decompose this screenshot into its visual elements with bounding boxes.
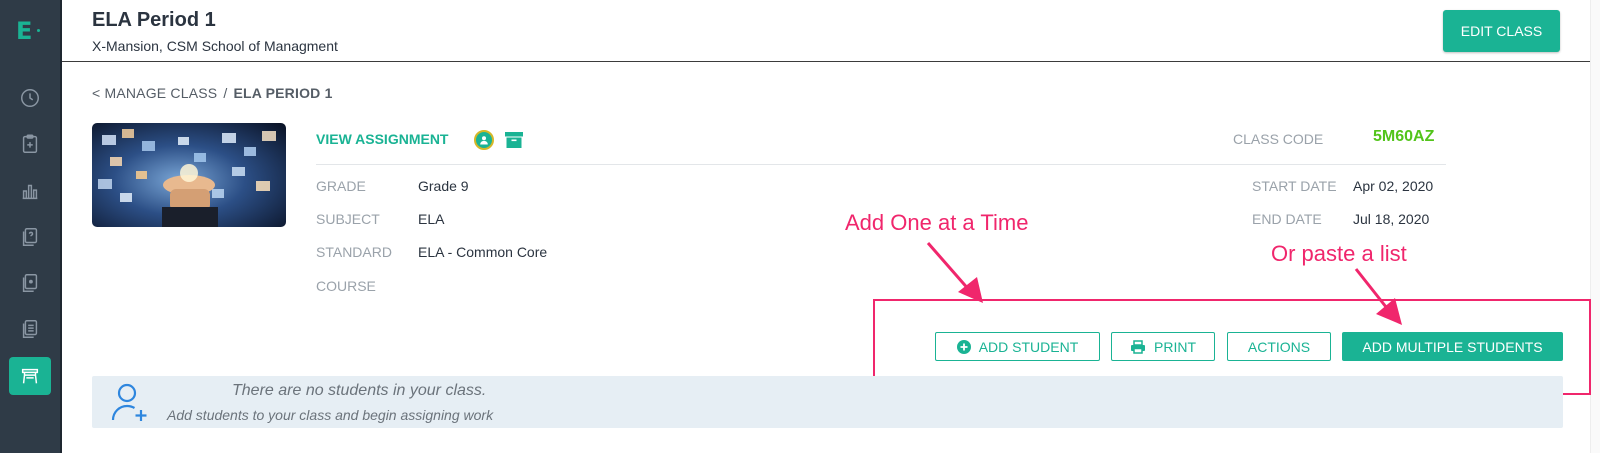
- add-student-button[interactable]: ADD STUDENT: [935, 332, 1100, 361]
- actions-label: ACTIONS: [1247, 338, 1311, 355]
- empty-state-subtitle: Add students to your class and begin ass…: [167, 407, 494, 423]
- empty-state-title: There are no students in your class.: [232, 382, 487, 399]
- plus-circle-icon: [956, 339, 971, 354]
- add-multiple-students-button[interactable]: ADD MULTIPLE STUDENTS: [1342, 332, 1563, 361]
- actions-button[interactable]: ACTIONS: [1227, 332, 1331, 361]
- print-label: PRINT: [1154, 338, 1196, 355]
- add-student-label: ADD STUDENT: [978, 338, 1079, 355]
- printer-icon: [1131, 339, 1145, 354]
- print-button[interactable]: PRINT: [1111, 332, 1215, 361]
- add-user-icon[interactable]: [110, 380, 150, 424]
- empty-students-banner: There are no students in your class. Add…: [92, 376, 1563, 428]
